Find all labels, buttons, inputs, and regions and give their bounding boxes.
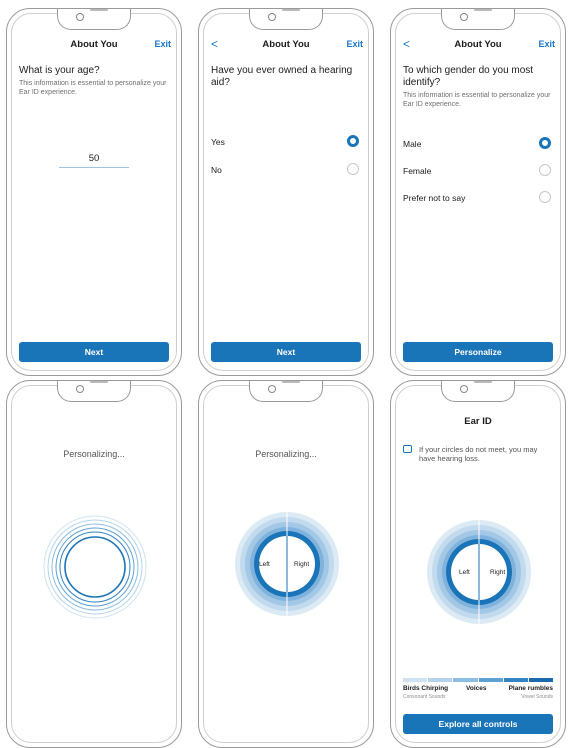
option-male[interactable]: Male [403,137,551,151]
option-yes[interactable]: Yes [211,135,359,149]
speaker-grill [474,9,492,11]
next-button[interactable]: Next [211,342,361,362]
status-text: Personalizing... [255,449,317,459]
phone-notch [57,9,131,30]
question-subtitle: This information is essential to persona… [403,92,551,108]
option-label: Male [403,139,422,149]
hearing-rings [427,520,531,624]
scale-segment [453,678,478,682]
right-ear-label: Right [294,561,310,568]
nav-bar: < About You Exit [199,37,373,55]
personalize-button[interactable]: Personalize [403,342,553,362]
speaker-grill [282,381,300,383]
speaker-grill [282,9,300,11]
info-text: If your circles do not meet, you may hav… [419,445,538,463]
scale-label-birds: Birds Chirping [403,685,449,692]
phone-screen-personalizing-result: Personalizing... Left Right [198,380,374,748]
phone-screen-personalizing: Personalizing... [6,380,182,748]
scale-segment [528,678,554,682]
phone-notch [57,381,131,402]
radio-selected-icon[interactable] [347,135,359,147]
phone-notch [249,9,323,30]
phone-notch [441,9,515,30]
camera-icon [268,385,276,393]
left-ear-label: Left [459,569,470,576]
scale-segment [403,678,428,682]
exit-button[interactable]: Exit [154,39,171,49]
status-text: Personalizing... [63,449,125,459]
hearing-rings-outline [43,515,147,619]
question-title: Have you ever owned a hearing aid? [211,65,353,88]
question-title: What is your age? [19,65,100,76]
explore-controls-button[interactable]: Explore all controls [403,714,553,734]
speaker-grill [90,381,108,383]
next-button[interactable]: Next [19,342,169,362]
radio-icon[interactable] [347,163,359,175]
camera-icon [460,385,468,393]
scale-segment [428,678,453,682]
nav-title: Ear ID [464,416,492,427]
option-female[interactable]: Female [403,164,551,178]
scale-sublabel-consonant: Consonant Sounds [403,694,446,700]
option-label: Prefer not to say [403,193,466,203]
phone-notch [441,381,515,402]
option-label: No [211,165,222,175]
phone-notch [249,381,323,402]
age-input[interactable]: 50 [59,153,129,164]
radio-icon[interactable] [539,164,551,176]
nav-bar: Ear ID [391,416,565,432]
camera-icon [268,13,276,21]
hearing-rings [235,512,339,616]
question-title: To which gender do you most identify? [403,65,534,88]
camera-icon [76,13,84,21]
right-ear-label: Right [490,569,506,576]
speaker-grill [90,9,108,11]
phone-screen-gender: < About You Exit To which gender do you … [390,8,566,376]
option-label: Female [403,166,432,176]
info-icon [403,445,412,453]
radio-icon[interactable] [539,191,551,203]
camera-icon [460,13,468,21]
exit-button[interactable]: Exit [538,39,555,49]
frequency-scale-labels: Birds Chirping Consonant Sounds Voices P… [403,685,553,703]
option-no[interactable]: No [211,163,359,177]
option-prefer-not[interactable]: Prefer not to say [403,191,551,205]
speaker-grill [474,381,492,383]
phone-screen-age: About You Exit What is your age? This in… [6,8,182,376]
camera-icon [76,385,84,393]
frequency-scale-bar [403,678,554,682]
scale-segment [478,678,503,682]
scale-segment [503,678,528,682]
option-label: Yes [211,137,225,147]
nav-bar: About You Exit [7,39,181,55]
exit-button[interactable]: Exit [346,39,363,49]
scale-label-plane: Plane rumbles [508,685,553,692]
question-subtitle: This information is essential to persona… [19,80,167,96]
age-input-underline [59,167,129,168]
scale-sublabel-vowel: Vowel Sounds [521,694,553,700]
left-ear-label: Left [259,561,270,568]
nav-bar: < About You Exit [391,37,565,55]
phone-screen-ear-id: Ear ID If your circles do not meet, you … [390,380,566,748]
scale-label-voices: Voices [466,685,487,692]
radio-selected-icon[interactable] [539,137,551,149]
phone-screen-hearing-aid: < About You Exit Have you ever owned a h… [198,8,374,376]
